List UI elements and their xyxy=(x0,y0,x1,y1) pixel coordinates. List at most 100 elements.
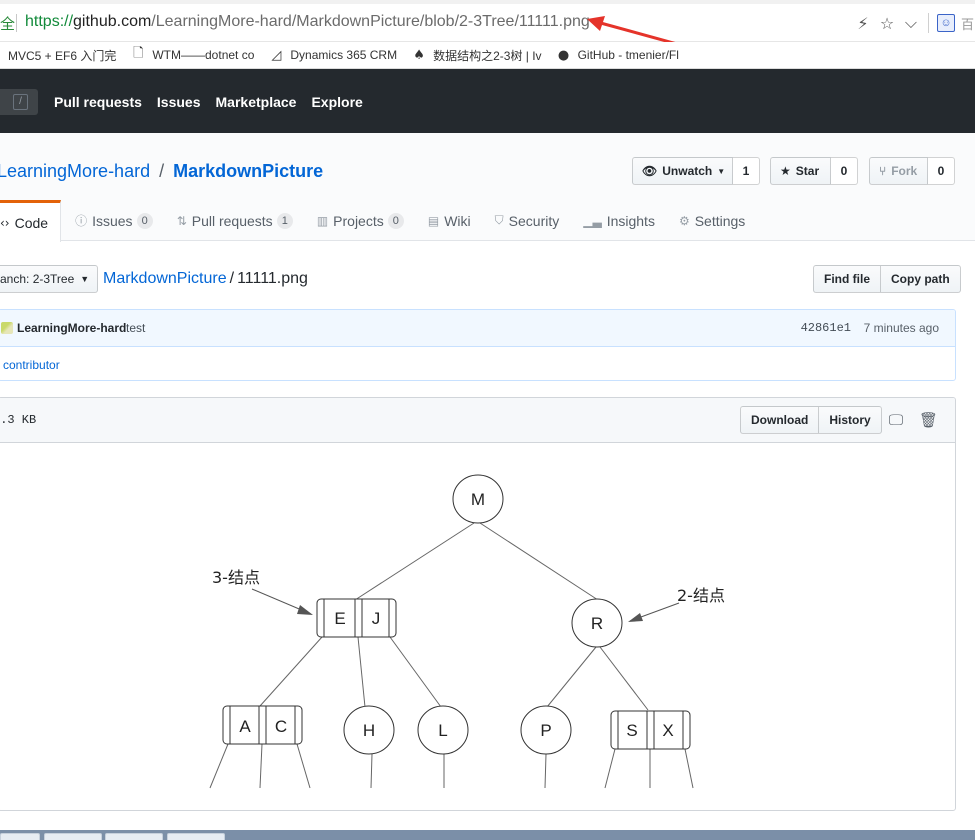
eye-icon: 👁 xyxy=(642,164,658,178)
three-node-pointer-head xyxy=(297,605,313,615)
bookmark-item[interactable]: MVC5 + EF6 入门完 xyxy=(8,47,116,64)
url-host: github.com xyxy=(73,13,152,30)
caret-down-icon: ▼ xyxy=(717,166,726,176)
tab-label: Issues xyxy=(92,212,133,229)
nav-pull-requests[interactable]: Pull requests xyxy=(54,94,142,110)
os-taskbar xyxy=(0,830,975,840)
download-button[interactable]: Download xyxy=(740,406,820,434)
bookmark-item[interactable]: 🗋 WTM——dotnet co xyxy=(130,44,254,66)
star-button[interactable]: ★ Star xyxy=(770,157,831,185)
toolbar-trailing-text[interactable]: 百 xyxy=(961,14,975,33)
node-key: M xyxy=(471,490,485,509)
nav-marketplace[interactable]: Marketplace xyxy=(216,94,297,110)
tree-image: M E J R A C H L P S X 3-结点 2-结点 xyxy=(209,474,725,789)
find-file-button[interactable]: Find file xyxy=(813,265,881,293)
bookmark-item[interactable]: ♠ 数据结构之2-3树 | Iv xyxy=(411,47,541,64)
lightning-icon[interactable]: ⚡ xyxy=(854,14,872,33)
repo-name-link[interactable]: MarkdownPicture xyxy=(173,161,323,181)
graph-icon: ▁▃ xyxy=(583,213,602,228)
branch-select-button[interactable]: anch: 2-3Tree ▼ xyxy=(0,265,99,293)
fork-icon: ⑂ xyxy=(879,164,887,178)
file-nav-buttons: Find file Copy path xyxy=(813,265,961,293)
header-nav: Pull requests Issues Marketplace Explore xyxy=(54,94,363,110)
tab-wiki[interactable]: ▤ Wiki xyxy=(416,200,483,241)
pull-request-icon: ⇅ xyxy=(176,213,187,228)
node-key: P xyxy=(540,721,551,740)
bookmark-label: Dynamics 365 CRM xyxy=(290,48,398,62)
forks-count[interactable]: 0 xyxy=(928,157,955,185)
node-key: C xyxy=(275,717,287,736)
avatar[interactable] xyxy=(1,322,13,334)
bookmark-label: GitHub - tmenier/Fl xyxy=(577,48,679,62)
bookmark-label: 数据结构之2-3树 | Iv xyxy=(433,48,542,63)
caret-down-icon: ▼ xyxy=(80,274,90,284)
spade-icon: ♠ xyxy=(413,47,425,63)
branch-label: anch: 2-3Tree xyxy=(0,272,75,286)
breadcrumb: MarkdownPicture/11111.png xyxy=(103,270,308,288)
commit-author-link[interactable]: LearningMore-hard xyxy=(17,321,126,335)
trash-icon[interactable]: 🗑 xyxy=(919,411,938,429)
history-button[interactable]: History xyxy=(819,406,882,434)
commit-tease: LearningMore-hard test 42861e1 7 minutes… xyxy=(0,310,955,347)
file-header: 8.3 KB Download History 🖵 🗑 xyxy=(0,398,955,443)
tab-label: Settings xyxy=(694,212,746,229)
tab-insights[interactable]: ▁▃ Insights xyxy=(571,200,667,241)
taskbar-item[interactable] xyxy=(167,833,225,840)
bookmark-item[interactable]: ● GitHub - tmenier/Fl xyxy=(556,48,679,63)
chevron-down-icon[interactable]: ⌵ xyxy=(902,13,920,33)
fork-button[interactable]: ⑂ Fork xyxy=(869,157,928,185)
address-bar-icons: ⚡ ☆ ⌵ ☺ 百 xyxy=(854,12,975,34)
tab-label: Security xyxy=(508,212,560,229)
watchers-count[interactable]: 1 xyxy=(733,157,760,185)
tab-projects[interactable]: ▥ Projects 0 xyxy=(305,200,416,241)
file-action-buttons: Download History xyxy=(740,406,882,434)
fork-label: Fork xyxy=(891,164,918,178)
taskbar-item[interactable] xyxy=(0,833,40,840)
bookmark-item[interactable]: ◿ Dynamics 365 CRM xyxy=(268,48,397,63)
unwatch-button[interactable]: 👁 Unwatch ▼ xyxy=(632,157,733,185)
copy-path-button[interactable]: Copy path xyxy=(881,265,961,293)
nav-issues[interactable]: Issues xyxy=(157,94,201,110)
node-key: J xyxy=(372,609,381,628)
taskbar-item[interactable] xyxy=(105,833,163,840)
tab-label: Pull requests xyxy=(191,212,273,229)
extension-icon[interactable]: ☺ xyxy=(937,14,955,32)
github-icon: ● xyxy=(557,47,570,63)
repo-owner-link[interactable]: LearningMore-hard xyxy=(0,161,150,181)
github-header: / Pull requests Issues Marketplace Explo… xyxy=(0,69,975,133)
repo-header: LearningMore-hard / MarkdownPicture 👁 Unw… xyxy=(0,133,975,242)
tab-settings[interactable]: ⚙ Settings xyxy=(667,200,757,241)
tab-code[interactable]: ‹› Code xyxy=(0,200,62,242)
toolbar-separator xyxy=(928,13,929,33)
issue-icon: ⓘ xyxy=(75,214,88,228)
repo-title: LearningMore-hard / MarkdownPicture xyxy=(0,161,323,182)
address-bar[interactable]: 全 https://github.com/LearningMore-hard/M… xyxy=(0,4,975,42)
tab-pull-requests[interactable]: ⇅ Pull requests 1 xyxy=(165,200,305,241)
book-icon: ▤ xyxy=(427,213,440,228)
star-bookmark-icon[interactable]: ☆ xyxy=(878,14,896,33)
star-label: Star xyxy=(795,164,820,178)
tab-security[interactable]: ⛉ Security xyxy=(483,200,572,241)
breadcrumb-root-link[interactable]: MarkdownPicture xyxy=(103,270,227,287)
commit-sha-link[interactable]: 42861e1 xyxy=(801,321,851,335)
repo-title-separator: / xyxy=(159,161,165,181)
two-node-label: 2-结点 xyxy=(677,586,725,605)
stargazers-count[interactable]: 0 xyxy=(831,157,858,185)
repo-tabs: ‹› Code ⓘ Issues 0 ⇅ Pull requests 1 ▥ Project… xyxy=(0,200,757,242)
taskbar-item[interactable] xyxy=(44,833,102,840)
security-indicator[interactable]: 全 xyxy=(0,13,15,34)
bookmark-label: MVC5 + EF6 入门完 xyxy=(8,48,117,63)
nav-explore[interactable]: Explore xyxy=(311,94,362,110)
search-input[interactable]: / xyxy=(0,89,38,115)
commit-time: 7 minutes ago xyxy=(863,321,939,335)
desktop-icon[interactable]: 🖵 xyxy=(887,411,905,429)
commit-message-link[interactable]: test xyxy=(126,321,145,335)
contributors-link[interactable]: contributor xyxy=(3,358,60,372)
search-shortcut-key: / xyxy=(13,94,28,110)
two-node-pointer-head xyxy=(628,613,643,622)
tab-issues[interactable]: ⓘ Issues 0 xyxy=(61,200,165,241)
three-node-label: 3-结点 xyxy=(212,568,260,587)
url-text[interactable]: https://github.com/LearningMore-hard/Mar… xyxy=(25,13,590,31)
node-key: R xyxy=(591,614,603,633)
tab-counter: 1 xyxy=(276,212,293,229)
